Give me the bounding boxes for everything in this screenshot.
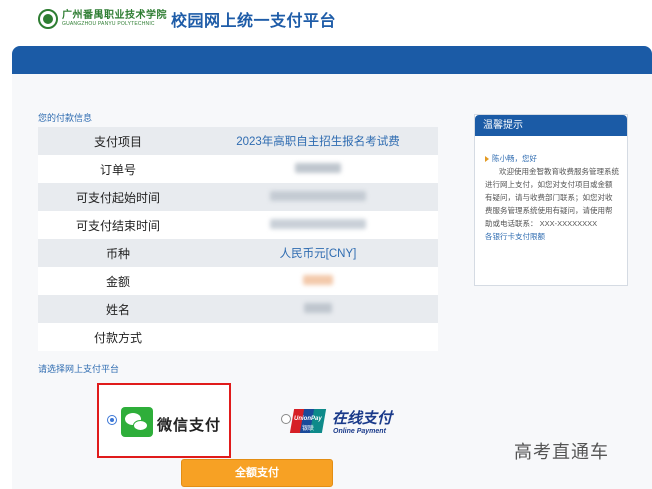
unionpay-radio[interactable]	[281, 414, 291, 424]
table-row: 币种 人民币元[CNY]	[38, 239, 438, 267]
nav-bar	[12, 46, 652, 74]
row-value-redacted	[198, 162, 438, 176]
row-label: 姓名	[105, 302, 130, 317]
tips-greeting: 陈小畅，您好	[485, 152, 619, 165]
row-value-redacted	[198, 218, 438, 232]
row-label: 支付项目	[93, 134, 142, 149]
row-value-redacted	[198, 190, 438, 204]
wechat-pay-option[interactable]: 微信支付	[97, 383, 231, 458]
page-header: 广州番禺职业技术学院 GUANGZHOU PANYU POLYTECHNIC 校…	[0, 0, 652, 46]
row-value-redacted	[198, 274, 438, 288]
unionpay-brand: UnionPay	[294, 416, 322, 422]
tips-greeting-text: 陈小畅，您好	[492, 154, 537, 163]
table-row: 付款方式	[38, 323, 438, 351]
table-row: 可支付结束时间	[38, 211, 438, 239]
row-label: 币种	[105, 246, 130, 261]
row-value-redacted	[198, 302, 438, 316]
table-row: 支付项目 2023年高职自主招生报名考试费	[38, 127, 438, 155]
bank-limit-link[interactable]: 各银行卡支付限额	[485, 230, 619, 243]
school-name-cn: 广州番禺职业技术学院	[62, 10, 167, 21]
full-payment-button[interactable]: 全额支付	[181, 459, 333, 487]
row-value: 2023年高职自主招生报名考试费	[236, 136, 400, 148]
table-row: 订单号	[38, 155, 438, 183]
payment-info-table: 支付项目 2023年高职自主招生报名考试费 订单号 可支付起始时间 可支付结束时…	[38, 127, 438, 351]
wechat-icon	[121, 407, 153, 437]
school-name-en: GUANGZHOU PANYU POLYTECHNIC	[62, 21, 155, 27]
row-label: 订单号	[99, 162, 136, 177]
row-value: 人民币元[CNY]	[279, 248, 357, 260]
tips-body: 欢迎使用金智教育收费服务管理系统进行网上支付，如您对支付项目或金额有疑问，请与收…	[485, 167, 619, 228]
tips-box: 温馨提示 陈小畅，您好 欢迎使用金智教育收费服务管理系统进行网上支付，如您对支付…	[474, 114, 628, 286]
tips-title: 温馨提示	[475, 115, 627, 136]
school-logo: 广州番禺职业技术学院 GUANGZHOU PANYU POLYTECHNIC 校…	[38, 7, 336, 31]
wechat-pay-label: 微信支付	[157, 416, 222, 434]
table-row: 姓名	[38, 295, 438, 323]
unionpay-cn: 银联	[302, 426, 315, 432]
row-label: 金额	[105, 274, 130, 289]
watermark: 高考直通车	[514, 442, 609, 462]
unionpay-icon[interactable]: UnionPay 银联	[289, 409, 327, 433]
table-row: 金额	[38, 267, 438, 295]
online-pay-sublabel: Online Payment	[333, 428, 386, 435]
arrow-icon	[485, 155, 489, 162]
online-pay-label[interactable]: 在线支付	[332, 407, 392, 428]
row-label: 可支付起始时间	[75, 190, 160, 205]
site-title: 校园网上统一支付平台	[171, 13, 337, 30]
school-emblem-icon	[38, 9, 58, 29]
payment-info-title: 您的付款信息	[38, 113, 93, 123]
row-label: 可支付结束时间	[75, 218, 160, 233]
wechat-radio[interactable]	[107, 415, 117, 425]
table-row: 可支付起始时间	[38, 183, 438, 211]
row-label: 付款方式	[93, 330, 142, 345]
platform-section-title: 请选择网上支付平台	[38, 364, 120, 374]
